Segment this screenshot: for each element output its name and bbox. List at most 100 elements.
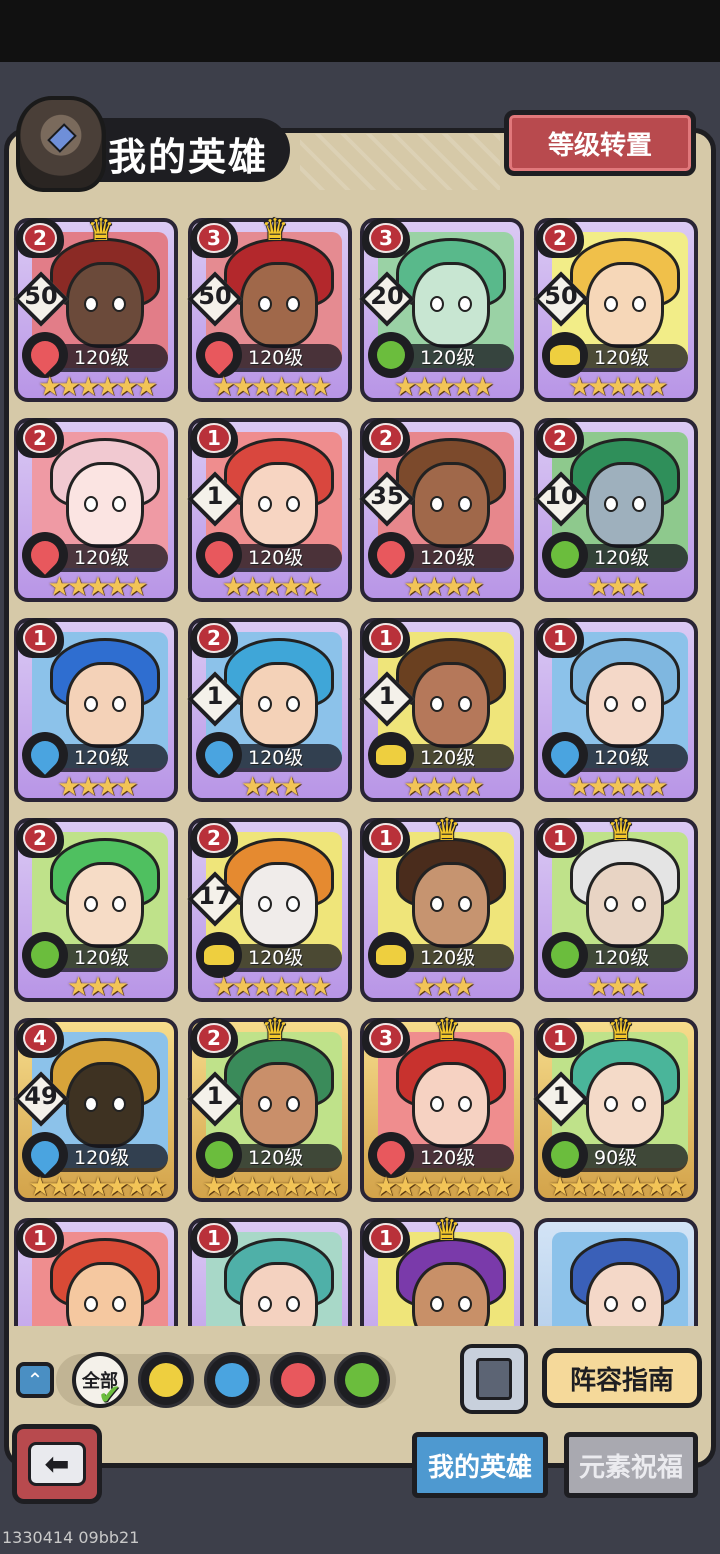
hero-card[interactable]: 1 xyxy=(14,1218,178,1326)
hero-face xyxy=(240,262,318,348)
star-rating: ★★★★★★★ xyxy=(28,1172,167,1202)
level-value: 120级 xyxy=(74,947,130,969)
tab-my-heroes[interactable]: 我的英雄 xyxy=(412,1432,548,1498)
hero-card[interactable]: 2 50 120级 ★★★★★ xyxy=(533,218,698,402)
rank-value: 1 xyxy=(369,823,403,853)
rank-badge: 2 xyxy=(190,1018,238,1058)
hero-card[interactable]: 2 ♛ 50 120级 ★★★★★★ xyxy=(13,214,178,402)
rank-badge: 1 xyxy=(536,618,584,658)
hero-face xyxy=(412,462,490,548)
rank-value: 1 xyxy=(543,1023,577,1053)
hero-face xyxy=(586,262,664,348)
hero-card[interactable]: 2 35 120级 ★★★★ xyxy=(359,418,524,602)
level-value: 120级 xyxy=(248,1147,304,1169)
water-element-icon xyxy=(215,1363,249,1397)
level-value: 120级 xyxy=(420,547,476,569)
star-rating: ★★★★★ xyxy=(567,372,669,402)
element-shape xyxy=(25,935,65,975)
count-value: 1 xyxy=(206,482,224,510)
hero-eye xyxy=(604,1296,618,1312)
hero-card[interactable]: 1 120级 ★★★★★ xyxy=(534,618,698,802)
rank-value: 2 xyxy=(197,1023,231,1053)
hero-card[interactable]: 2 17 120级 ★★★★★★ xyxy=(187,818,352,1002)
hero-card[interactable]: 3 ♛ 120级 ★★★★★★★ xyxy=(360,1014,524,1202)
hero-face xyxy=(586,1062,664,1148)
hero-face xyxy=(240,462,318,548)
hero-eye xyxy=(84,1296,98,1312)
hero-eye xyxy=(84,1096,98,1112)
earth-element-icon xyxy=(149,1363,183,1397)
element-shape xyxy=(199,735,239,775)
filter-earth-button[interactable] xyxy=(138,1352,194,1408)
hero-card[interactable]: 2 120级 ★★★ xyxy=(14,818,178,1002)
hero-card[interactable]: 1 ♛ 120级 ★★★ xyxy=(534,814,698,1002)
star-rating: ★★★★★★★ xyxy=(548,1172,687,1202)
rank-badge: 1 xyxy=(16,618,64,658)
tab-element-blessing[interactable]: 元素祝福 xyxy=(564,1432,698,1498)
hero-card[interactable]: 3 ♛ 50 120级 ★★★★★★ xyxy=(187,214,352,402)
hero-card[interactable]: 1 120级 ★★★★ xyxy=(14,618,178,802)
crown-icon: ♛ xyxy=(261,213,289,248)
rank-value: 2 xyxy=(23,823,57,853)
element-shape xyxy=(371,535,411,575)
hero-eye xyxy=(430,1296,444,1312)
element-shape xyxy=(25,735,65,775)
hero-eye xyxy=(430,896,444,912)
hero-eye xyxy=(84,696,98,712)
star-rating: ★★★★ xyxy=(57,772,138,802)
hero-eye xyxy=(604,896,618,912)
rank-badge: 1 xyxy=(362,1218,410,1258)
level-value: 120级 xyxy=(248,947,304,969)
count-value: 17 xyxy=(198,882,232,910)
hero-card[interactable]: 1 ♛ 1 90级 ★★★★★★★ xyxy=(533,1014,698,1202)
crown-icon: ♛ xyxy=(261,1013,289,1048)
element-shape xyxy=(25,535,65,575)
hero-eye xyxy=(604,696,618,712)
hero-card[interactable]: 4 49 120级 ★★★★★★★ xyxy=(13,1018,178,1202)
hero-eye xyxy=(258,896,272,912)
rank-value: 2 xyxy=(543,423,577,453)
hero-card[interactable]: 2 ♛ 1 120级 ★★★★★★★ xyxy=(187,1014,352,1202)
filter-wind-button[interactable] xyxy=(334,1352,390,1408)
hero-eye xyxy=(458,896,472,912)
hero-card[interactable]: 3 20 120级 ★★★★★ xyxy=(359,218,524,402)
hero-face xyxy=(586,462,664,548)
hero-card[interactable]: 1 1 120级 ★★★★★ xyxy=(187,418,352,602)
element-shape xyxy=(204,945,234,965)
hero-card[interactable]: 2 120级 ★★★★★ xyxy=(14,418,178,602)
star-rating: ★★★★★★ xyxy=(212,972,332,1002)
hero-card[interactable] xyxy=(534,1218,698,1326)
filter-water-button[interactable] xyxy=(204,1352,260,1408)
hero-card[interactable]: 1 xyxy=(188,1218,352,1326)
rank-value: 2 xyxy=(197,823,231,853)
element-shape xyxy=(25,1135,65,1175)
hero-face xyxy=(240,662,318,748)
count-value: 1 xyxy=(552,1082,570,1110)
hero-card[interactable]: 2 10 120级 ★★★ xyxy=(533,418,698,602)
hero-card[interactable]: 1 1 120级 ★★★★ xyxy=(359,618,524,802)
hero-eye xyxy=(458,296,472,312)
hero-eye xyxy=(258,1296,272,1312)
star-rating: ★★★★ xyxy=(403,772,484,802)
element-shape xyxy=(545,935,585,975)
hero-face xyxy=(240,862,318,948)
fire-element-icon xyxy=(281,1363,315,1397)
count-value: 10 xyxy=(544,482,578,510)
rank-value: 1 xyxy=(543,823,577,853)
hero-card[interactable]: 1 ♛ 120级 ★★★ xyxy=(360,814,524,1002)
hero-card[interactable]: 2 1 120级 ★★★ xyxy=(187,618,352,802)
star-rating: ★★★ xyxy=(67,972,129,1002)
save-lineup-button[interactable] xyxy=(460,1344,528,1414)
hero-card[interactable]: 1 ♛ xyxy=(360,1214,524,1326)
hero-face xyxy=(412,1062,490,1148)
lineup-guide-button[interactable]: 阵容指南 xyxy=(542,1348,702,1408)
hero-eye xyxy=(112,1096,126,1112)
rank-badge: 3 xyxy=(362,218,410,258)
level-reset-button[interactable]: 等级转置 xyxy=(504,110,696,176)
back-button[interactable]: ⬅ xyxy=(12,1424,102,1504)
count-value: 1 xyxy=(378,682,396,710)
collapse-button[interactable]: ⌃ xyxy=(16,1362,54,1398)
filter-fire-button[interactable] xyxy=(270,1352,326,1408)
level-value: 120级 xyxy=(594,747,650,769)
rank-badge: 1 xyxy=(362,818,410,858)
